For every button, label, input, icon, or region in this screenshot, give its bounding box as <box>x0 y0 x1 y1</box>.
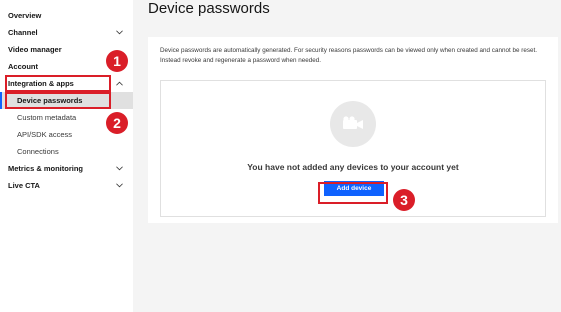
empty-state-message: You have not added any devices to your a… <box>247 162 459 172</box>
video-camera-icon <box>330 101 376 147</box>
sidebar-item-label: Overview <box>8 11 42 20</box>
sidebar-item-label: Metrics & monitoring <box>8 164 84 173</box>
step-badge-2: 2 <box>106 112 128 134</box>
sidebar-item-label: Connections <box>17 147 59 156</box>
sidebar-item-label: Live CTA <box>8 181 40 190</box>
chevron-up-icon <box>114 78 124 88</box>
sidebar-subitem-connections[interactable]: Connections <box>0 143 133 160</box>
sidebar-nav: Overview Channel Video manager Account I… <box>0 0 133 312</box>
intro-text: Device passwords are automatically gener… <box>160 47 537 64</box>
add-device-button[interactable]: Add device <box>324 181 384 196</box>
main-content: Device passwords Device passwords are au… <box>133 0 561 312</box>
sidebar-item-label: Device passwords <box>17 96 83 105</box>
sidebar-subitem-device-passwords[interactable]: Device passwords <box>0 92 133 109</box>
sidebar-item-integration-apps[interactable]: Integration & apps <box>0 75 133 92</box>
sidebar-item-live-cta[interactable]: Live CTA <box>0 177 133 194</box>
chevron-down-icon <box>114 27 124 37</box>
sidebar-item-overview[interactable]: Overview <box>0 7 133 24</box>
sidebar-item-channel[interactable]: Channel <box>0 24 133 41</box>
sidebar-item-label: Channel <box>8 28 38 37</box>
page-title: Device passwords <box>148 0 270 17</box>
empty-state-panel: You have not added any devices to your a… <box>160 80 546 217</box>
chevron-down-icon <box>114 180 124 190</box>
sidebar-item-label: Account <box>8 62 38 71</box>
sidebar-item-metrics-monitoring[interactable]: Metrics & monitoring <box>0 160 133 177</box>
chevron-down-icon <box>114 163 124 173</box>
sidebar-item-label: Custom metadata <box>17 113 77 122</box>
step-badge-3: 3 <box>393 189 415 211</box>
sidebar-item-label: API/SDK access <box>17 130 73 139</box>
device-passwords-card: Device passwords are automatically gener… <box>148 37 558 223</box>
step-badge-1: 1 <box>106 50 128 72</box>
sidebar-item-label: Integration & apps <box>8 79 74 88</box>
sidebar-item-label: Video manager <box>8 45 62 54</box>
active-indicator <box>0 92 2 109</box>
